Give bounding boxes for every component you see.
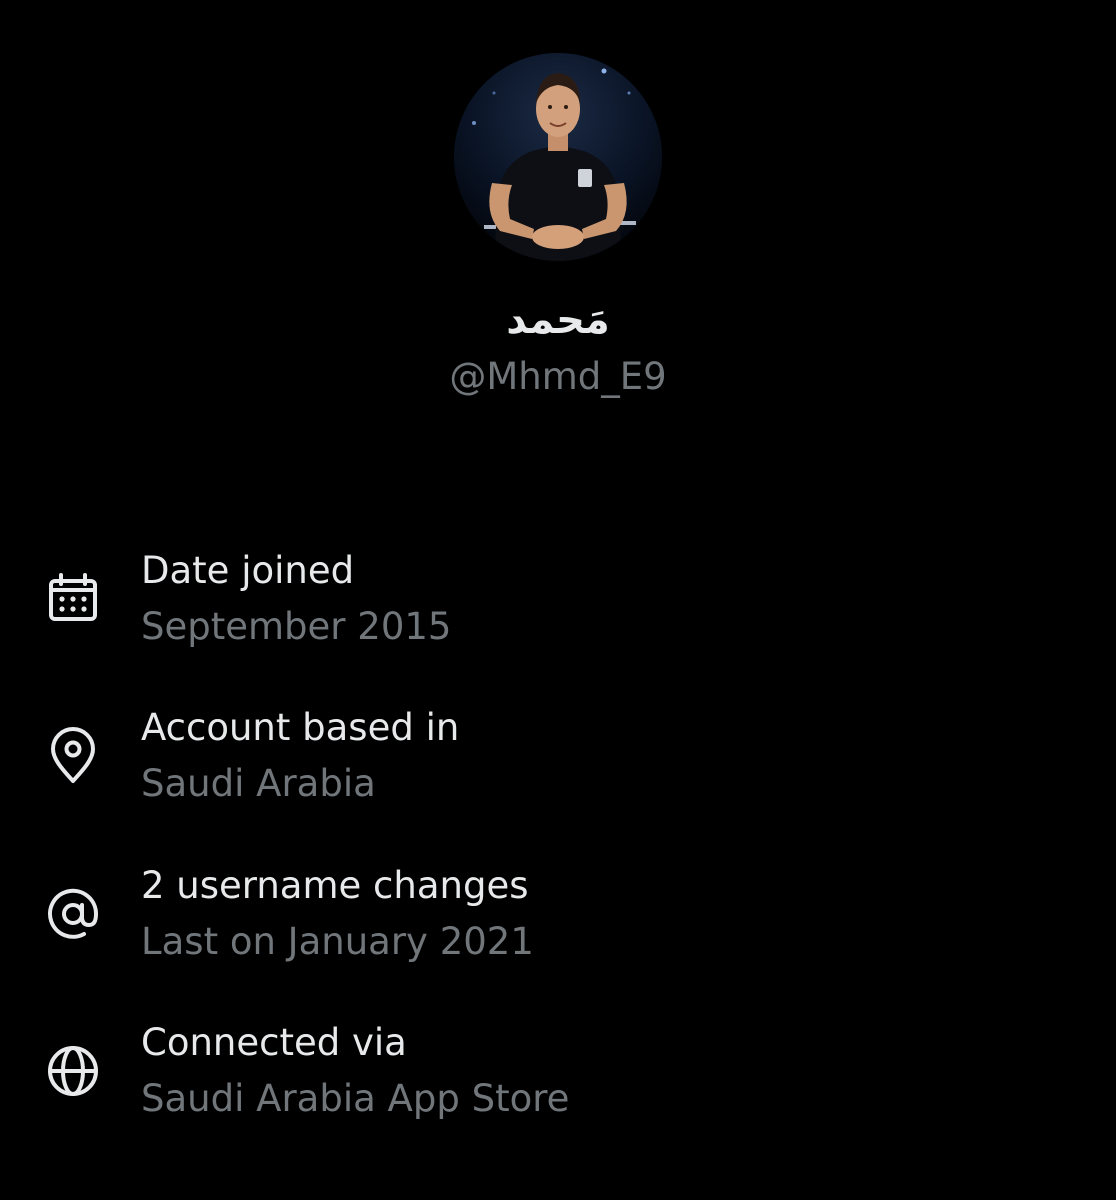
avatar-photo xyxy=(454,53,662,261)
username-changes-label: 2 username changes xyxy=(141,864,529,907)
list-item-account-based-in: Account based in Saudi Arabia xyxy=(0,697,1116,817)
list-item-username-changes: 2 username changes Last on January 2021 xyxy=(0,855,1116,975)
list-item-date-joined: Date joined September 2015 xyxy=(0,540,1116,660)
username-changes-value: Last on January 2021 xyxy=(141,920,534,963)
username-handle: @Mhmd_E9 xyxy=(449,355,667,398)
account-based-in-label: Account based in xyxy=(141,706,460,749)
display-name: مَحمد xyxy=(506,297,610,343)
connected-via-value: Saudi Arabia App Store xyxy=(141,1077,570,1120)
globe-icon xyxy=(44,1042,102,1100)
avatar[interactable] xyxy=(454,53,662,261)
account-based-in-value: Saudi Arabia xyxy=(141,762,376,805)
date-joined-label: Date joined xyxy=(141,549,355,592)
calendar-icon xyxy=(44,570,102,628)
connected-via-label: Connected via xyxy=(141,1021,407,1064)
list-item-connected-via: Connected via Saudi Arabia App Store xyxy=(0,1012,1116,1132)
profile-header: مَحمد @Mhmd_E9 xyxy=(0,0,1116,430)
location-pin-icon xyxy=(44,727,102,785)
date-joined-value: September 2015 xyxy=(141,605,452,648)
at-sign-icon xyxy=(44,885,102,943)
